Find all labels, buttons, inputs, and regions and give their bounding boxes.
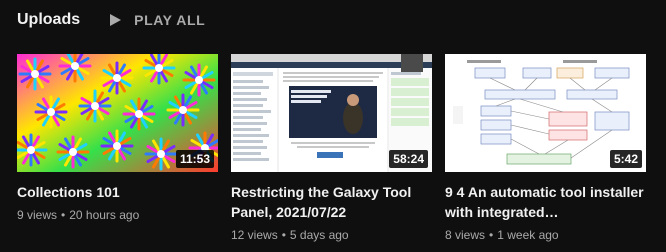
video-title[interactable]: Collections 101 (17, 182, 218, 202)
video-meta: 8 views • 1 week ago (445, 226, 646, 244)
shelf-title[interactable]: Uploads (17, 11, 80, 29)
video-title[interactable]: Restricting the Galaxy Tool Panel, 2021/… (231, 182, 432, 222)
duration-badge: 58:24 (389, 150, 428, 168)
video-card-2[interactable]: 58:24 Restricting the Galaxy Tool Panel,… (231, 54, 432, 244)
view-count: 9 views (17, 208, 58, 222)
view-count: 12 views (231, 228, 278, 242)
video-thumbnail-1[interactable]: 11:53 (17, 54, 218, 172)
video-card-3[interactable]: 5:42 9 4 An automatic tool installer wit… (445, 54, 646, 244)
video-meta: 9 views • 20 hours ago (17, 206, 218, 224)
view-count: 8 views (445, 228, 486, 242)
duration-badge: 5:42 (609, 150, 642, 168)
upload-age: 5 days ago (289, 228, 349, 242)
upload-age: 1 week ago (497, 228, 559, 242)
shelf-header: Uploads PLAY ALL (17, 8, 205, 32)
video-card-1[interactable]: 11:53 Collections 101 9 views • 20 hours a… (17, 54, 218, 224)
duration-badge: 11:53 (175, 150, 214, 168)
video-thumbnail-2[interactable]: 58:24 (231, 54, 432, 172)
upload-age: 20 hours ago (69, 208, 140, 222)
play-all-label: PLAY ALL (134, 12, 206, 28)
video-meta: 12 views • 5 days ago (231, 226, 432, 244)
play-all-button[interactable]: PLAY ALL (108, 12, 205, 28)
separator-dot: • (61, 208, 66, 222)
video-title[interactable]: 9 4 An automatic tool installer with int… (445, 182, 646, 222)
separator-dot: • (281, 228, 286, 242)
video-thumbnail-3[interactable]: 5:42 (445, 54, 646, 172)
play-icon (110, 14, 122, 26)
separator-dot: • (489, 228, 494, 242)
